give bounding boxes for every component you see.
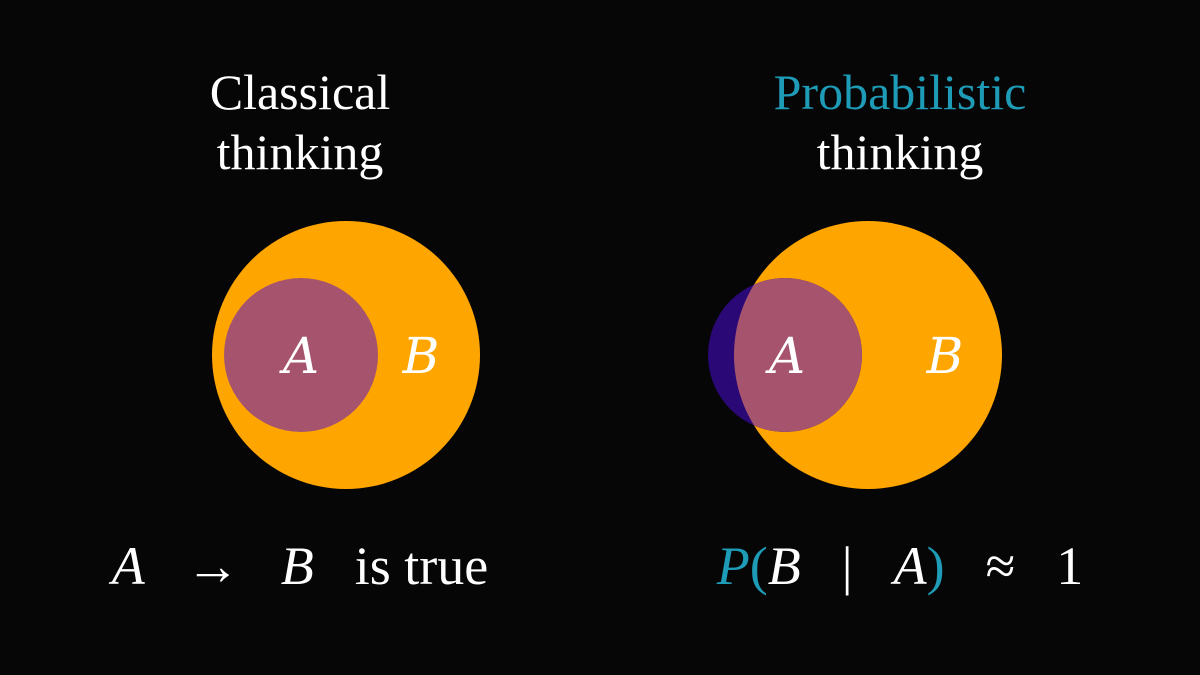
classical-formula-lhs: A [111, 536, 145, 596]
classical-title-line2: thinking [216, 124, 384, 180]
probabilistic-venn-diagram: A B [600, 220, 1200, 500]
probabilistic-formula-given: A [893, 536, 927, 596]
classical-venn-diagram: A B [0, 220, 600, 500]
classical-formula-suffix: is true [354, 536, 489, 596]
probabilistic-formula-value: 1 [1056, 536, 1084, 596]
probabilistic-formula-approx: ≈ [985, 536, 1016, 596]
probabilistic-title-line2: thinking [816, 124, 984, 180]
probabilistic-formula: P(B | A) ≈ 1 [600, 528, 1200, 604]
probabilistic-formula-close-paren: ) [926, 536, 945, 596]
classical-formula-arrow: → [185, 536, 240, 596]
classical-panel: Classical thinking A B A → B is true [0, 0, 600, 675]
probabilistic-panel: Probabilistic thinking A B P(B | A) ≈ 1 [600, 0, 1200, 675]
slide: Classical thinking A B A → B is true Pro… [0, 0, 1200, 675]
probabilistic-formula-open-paren: ( [749, 536, 768, 596]
classical-title: Classical thinking [0, 62, 600, 182]
probabilistic-formula-p: P [716, 536, 750, 596]
probabilistic-label-a: A [765, 327, 805, 385]
classical-label-b: B [402, 327, 440, 385]
probabilistic-title: Probabilistic thinking [600, 62, 1200, 182]
probabilistic-formula-bar: | [841, 536, 853, 596]
probabilistic-venn-svg: A B [708, 221, 1002, 489]
classical-label-a: A [279, 327, 319, 385]
classical-title-line1: Classical [209, 64, 391, 120]
probabilistic-title-line1: Probabilistic [773, 64, 1027, 120]
probabilistic-label-b: B [926, 327, 964, 385]
probabilistic-formula-event: B [767, 536, 801, 596]
classical-formula: A → B is true [0, 528, 600, 604]
classical-venn-svg: A B [212, 221, 480, 489]
classical-formula-rhs: B [280, 536, 314, 596]
